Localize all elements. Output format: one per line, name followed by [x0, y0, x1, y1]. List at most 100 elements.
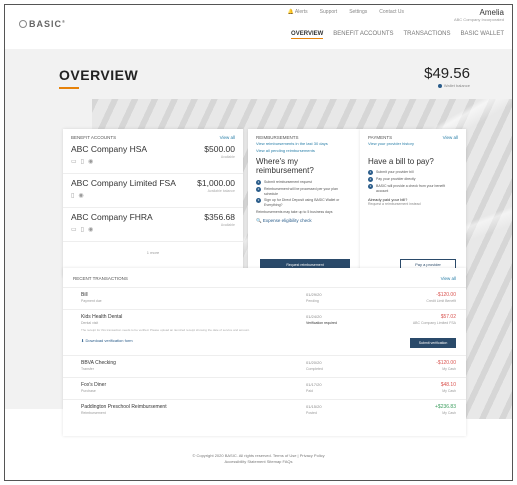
footer: © Copyright 2020 BASIC. All rights reser…	[5, 453, 512, 465]
step-number-icon: 2	[256, 187, 261, 192]
header: BASIC® 🔔 Alerts Support Settings Contact…	[5, 5, 512, 49]
reimbursements-question: Where's my reimbursement?	[256, 157, 314, 175]
tab-overview[interactable]: OVERVIEW	[291, 31, 324, 39]
transaction-type: Reimbursement	[81, 411, 106, 415]
eye-icon[interactable]: ◉	[88, 158, 93, 165]
reimbursement-step: 3 Sign up for Direct Deposit using BASIC …	[256, 198, 340, 207]
main-nav: OVERVIEW BENEFIT ACCOUNTS TRANSACTIONS B…	[291, 31, 504, 39]
page-title: OVERVIEW	[59, 67, 139, 83]
already-paid-text[interactable]: Request a reimbursement instead	[360, 202, 466, 206]
benefit-accounts-card: Benefit Accounts View all ABC Company HS…	[63, 129, 243, 277]
transaction-status: Completed	[306, 367, 323, 371]
transaction-type: Dental visit	[81, 321, 99, 325]
transaction-type: Transfer	[81, 367, 94, 371]
user-menu[interactable]: Amelia ABC Company Incorporated	[454, 8, 504, 22]
already-paid-heading: Already paid your bill?	[368, 197, 408, 202]
transaction-name: Kids Health Dental	[81, 314, 123, 320]
logo-mark-icon	[19, 20, 27, 28]
provider-history-link[interactable]: View your provider history	[360, 140, 466, 147]
step-number-icon: 2	[368, 177, 373, 182]
payments-view-all[interactable]: View all	[443, 135, 458, 140]
transaction-row[interactable]: Bill Payment due 01/29/20 Pending -$120.…	[63, 288, 466, 310]
transaction-amount: $48.10	[440, 382, 456, 388]
transaction-name: Fox's Diner	[81, 382, 107, 388]
receipt-icon[interactable]: ▯	[81, 158, 84, 165]
wallet-balance-label[interactable]: Wallet balance	[437, 83, 470, 88]
transaction-status: Verification required	[306, 321, 337, 325]
account-name: ABC Company FHRA	[71, 212, 153, 222]
transactions-view-all[interactable]: View all	[441, 276, 456, 281]
reimbursements-pending-link[interactable]: View all pending reimbursements	[248, 147, 360, 154]
bell-icon: 🔔	[287, 9, 294, 15]
account-name: ABC Company HSA	[71, 144, 148, 154]
contact-link[interactable]: Contact Us	[379, 9, 404, 15]
transaction-amount: -$120.00	[436, 360, 456, 366]
receipt-icon[interactable]: ▯	[81, 226, 84, 233]
account-amount-label: Available	[220, 223, 235, 227]
payment-step: 1 Submit your provider bill	[368, 170, 414, 175]
transaction-amount: +$236.83	[435, 404, 456, 410]
step-number-icon: 3	[368, 184, 373, 189]
account-item[interactable]: ABC Company Limited FSA $1,000.00 Availa…	[63, 174, 243, 208]
card-icon[interactable]: ▭	[71, 226, 77, 233]
transaction-name: Bill	[81, 292, 88, 298]
transaction-row[interactable]: Fox's Diner Purchase 01/17/20 Paid $48.1…	[63, 378, 466, 400]
user-name: Amelia	[479, 8, 504, 17]
transaction-status: Posted	[306, 411, 317, 415]
account-amount: $356.68	[204, 212, 235, 222]
payments-heading: Payments	[368, 135, 393, 140]
reimbursement-step: 1 Submit reimbursement request	[256, 180, 312, 185]
eligibility-check-link[interactable]: 🔍 Expense eligibility check	[248, 216, 360, 224]
payments-question: Have a bill to pay?	[368, 157, 434, 166]
account-amount: $500.00	[204, 144, 235, 154]
tab-transactions[interactable]: TRANSACTIONS	[404, 31, 451, 39]
alerts-link[interactable]: 🔔 Alerts	[288, 9, 308, 15]
transaction-amount: -$120.00	[436, 292, 456, 298]
download-verification-link[interactable]: ⬇ Download verification form	[81, 338, 133, 343]
transactions-heading: Recent Transactions	[73, 276, 128, 281]
eye-icon[interactable]: ◉	[88, 226, 93, 233]
brand-logo[interactable]: BASIC®	[19, 19, 66, 29]
transaction-row[interactable]: Paddington Preschool Reimbursement Reimb…	[63, 400, 466, 422]
transaction-amount: $57.02	[440, 314, 456, 320]
transaction-account: My Cash	[442, 411, 456, 415]
reimbursements-heading: Reimbursements	[256, 135, 299, 140]
transaction-name: BBVA Checking	[81, 360, 116, 366]
transaction-account: Credit Limit Benefit	[426, 299, 456, 303]
receipt-icon[interactable]: ▯	[71, 192, 74, 199]
account-name: ABC Company Limited FSA	[71, 178, 176, 188]
wallet-balance: $49.56	[424, 65, 470, 82]
tab-basic-wallet[interactable]: BASIC WALLET	[461, 31, 504, 39]
reimbursements-card: Reimbursements View reimbursements in th…	[248, 129, 360, 277]
account-amount-label: Available balance	[207, 189, 235, 193]
utility-links: 🔔 Alerts Support Settings Contact Us	[288, 9, 404, 15]
account-item[interactable]: ABC Company HSA $500.00 Available ▭ ▯ ◉	[63, 140, 243, 174]
transaction-row[interactable]: Kids Health Dental Dental visit 01/24/20…	[63, 310, 466, 356]
account-amount-label: Available	[220, 155, 235, 159]
footer-links[interactable]: Accessibility Statement Sitemap FAQs	[5, 459, 512, 465]
card-icon[interactable]: ▭	[71, 158, 77, 165]
support-link[interactable]: Support	[320, 9, 338, 15]
transaction-row[interactable]: BBVA Checking Transfer 01/20/20 Complete…	[63, 356, 466, 378]
download-icon: ⬇	[81, 338, 85, 343]
tab-benefit-accounts[interactable]: BENEFIT ACCOUNTS	[333, 31, 393, 39]
transaction-account: My Cash	[442, 389, 456, 393]
verification-detail: The receipt for this transaction needs t…	[81, 328, 250, 332]
transaction-account: ABC Company Limited FSA	[412, 321, 456, 325]
transaction-type: Purchase	[81, 389, 96, 393]
reimbursement-step: 2 Reimbursement will be processed per you…	[256, 187, 338, 196]
account-amount: $1,000.00	[197, 178, 235, 188]
account-item[interactable]: ABC Company FHRA $356.68 Available ▭ ▯ ◉	[63, 208, 243, 242]
payment-step: 3 BASIC will provide a check from your be…	[368, 184, 446, 193]
accounts-more-link[interactable]: 1 more	[63, 242, 243, 255]
step-number-icon: 1	[256, 180, 261, 185]
transaction-date: 01/17/20	[306, 382, 322, 387]
settings-link[interactable]: Settings	[349, 9, 367, 15]
submit-verification-button[interactable]: Submit verification	[410, 338, 456, 348]
transaction-date: 01/15/20	[306, 404, 322, 409]
reimbursements-recent-link[interactable]: View reimbursements in the last 30 days	[248, 140, 360, 147]
step-number-icon: 1	[368, 170, 373, 175]
transaction-status: Paid	[306, 389, 314, 393]
eye-icon[interactable]: ◉	[78, 192, 83, 199]
transaction-account: My Cash	[442, 367, 456, 371]
